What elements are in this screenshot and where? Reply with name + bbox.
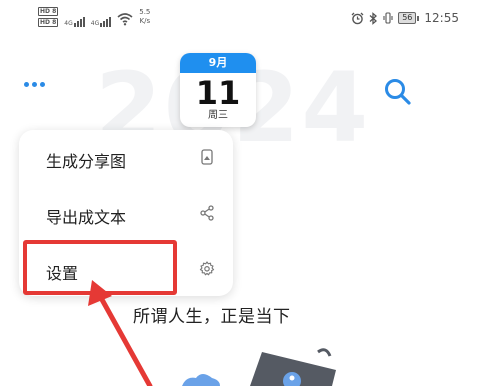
- illustration-icon: [182, 348, 336, 386]
- annotation-overlay: [88, 280, 336, 386]
- red-arrow-icon: [88, 280, 153, 386]
